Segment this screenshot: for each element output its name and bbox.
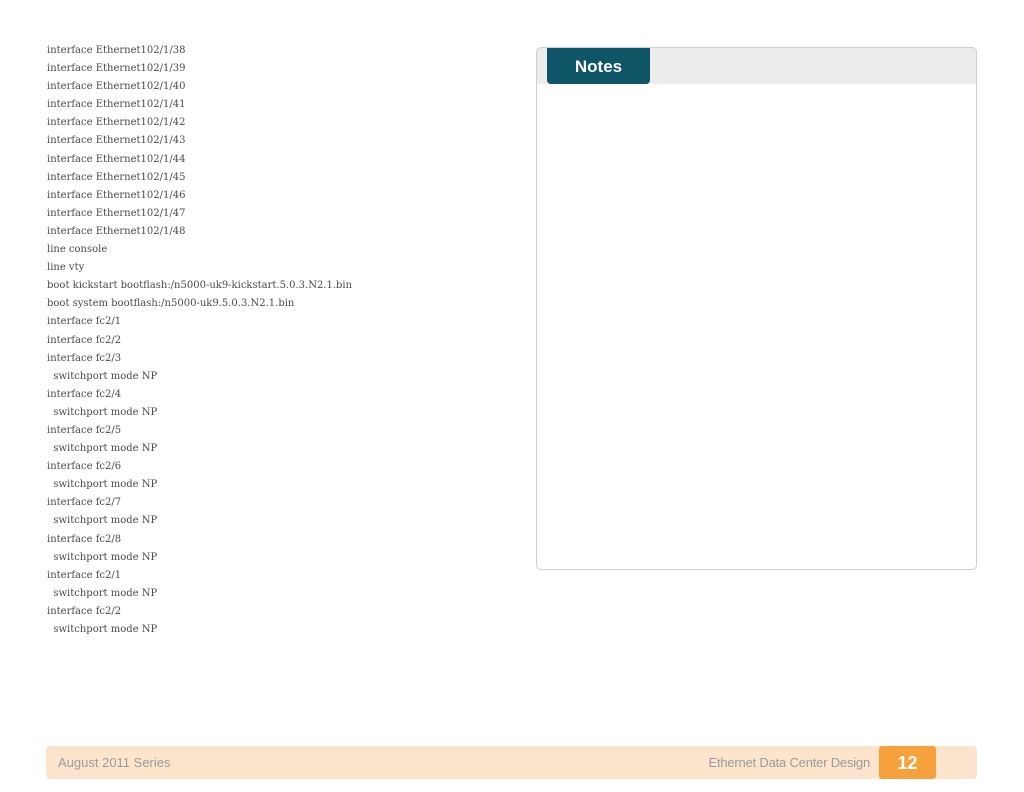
config-line: interface fc2/6 <box>47 461 122 473</box>
config-line: interface Ethernet102/1/47 <box>47 207 186 219</box>
config-line: interface Ethernet102/1/46 <box>47 189 186 201</box>
notes-panel: Notes <box>536 47 977 570</box>
config-line: interface fc2/8 <box>47 533 122 545</box>
config-line: switchport mode NP <box>47 479 158 491</box>
config-line: interface Ethernet102/1/39 <box>47 63 186 75</box>
footer-bar: August 2011 Series Ethernet Data Center … <box>46 746 977 779</box>
config-line: interface Ethernet102/1/44 <box>47 153 186 165</box>
footer-document-title: Ethernet Data Center Design <box>708 755 870 770</box>
config-line: interface fc2/4 <box>47 388 122 400</box>
config-line: switchport mode NP <box>47 406 158 418</box>
config-line: interface fc2/2 <box>47 605 122 617</box>
notes-tab: Notes <box>547 48 650 84</box>
notes-title: Notes <box>574 57 623 76</box>
config-line: switchport mode NP <box>47 443 158 455</box>
config-line: boot system bootflash:/n5000-uk9.5.0.3.N… <box>47 298 295 310</box>
config-line: interface Ethernet102/1/48 <box>47 225 186 237</box>
config-listing: interface Ethernet102/1/38 interface Ethe… <box>47 42 517 639</box>
config-line: interface fc2/5 <box>47 424 122 436</box>
page-number-badge: 12 <box>879 746 936 779</box>
config-line: interface Ethernet102/1/42 <box>47 117 186 129</box>
config-line: interface Ethernet102/1/45 <box>47 171 186 183</box>
config-line: interface fc2/2 <box>47 334 122 346</box>
config-line: interface Ethernet102/1/40 <box>47 81 186 93</box>
config-line: boot kickstart bootflash:/n5000-uk9-kick… <box>47 280 353 292</box>
config-line: line console <box>47 244 108 256</box>
config-line: switchport mode NP <box>47 587 158 599</box>
config-line: switchport mode NP <box>47 515 158 527</box>
config-line: interface fc2/1 <box>47 316 122 328</box>
config-line: line vty <box>47 262 85 274</box>
config-line: switchport mode NP <box>47 624 158 635</box>
config-line: switchport mode NP <box>47 370 158 382</box>
footer-series: August 2011 Series <box>58 755 171 770</box>
config-line: interface fc2/3 <box>47 352 122 364</box>
config-line: interface fc2/7 <box>47 497 122 509</box>
config-line: interface fc2/1 <box>47 569 122 581</box>
config-line: interface Ethernet102/1/38 <box>47 45 186 56</box>
config-line: interface Ethernet102/1/41 <box>47 99 186 111</box>
config-line: switchport mode NP <box>47 551 158 563</box>
config-line: interface Ethernet102/1/43 <box>47 135 186 147</box>
page-number: 12 <box>897 753 918 773</box>
